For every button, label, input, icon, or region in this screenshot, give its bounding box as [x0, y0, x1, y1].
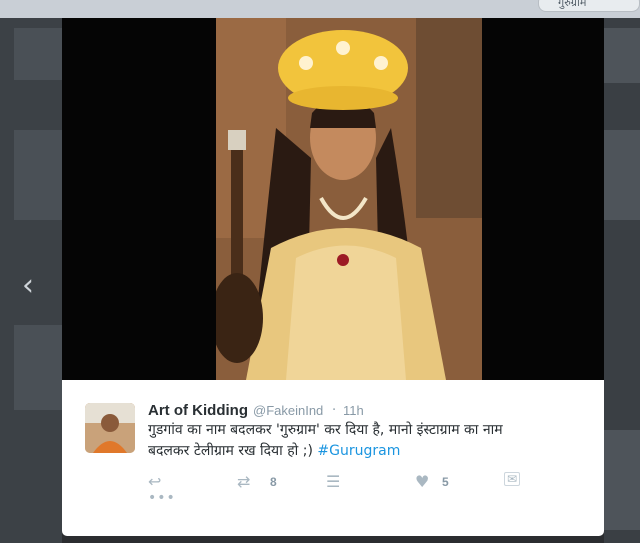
tweet-text-line-1: गुडगांव का नाम बदलकर 'गुरुग्राम' कर दिया…: [148, 422, 503, 438]
avatar[interactable]: [85, 403, 135, 453]
dm-icon[interactable]: ✉: [504, 472, 521, 486]
like-count: 5: [442, 475, 449, 489]
search-input[interactable]: [538, 0, 640, 12]
retweet-count: 8: [270, 475, 277, 489]
hashtag-link[interactable]: #Gurugram: [317, 443, 400, 459]
author-name[interactable]: Art of Kidding: [148, 402, 248, 419]
background-tile: [14, 130, 62, 220]
background-tile: [604, 130, 640, 220]
chevron-left-icon[interactable]: ‹: [22, 268, 34, 303]
background-tile: [604, 28, 640, 83]
background-tile: [14, 325, 62, 410]
tweet-text-line-2: बदलकर टेलीग्राम रख दिया हो ;) #Gurugram: [148, 441, 400, 460]
tweet-text: बदलकर टेलीग्राम रख दिया हो ;): [148, 443, 313, 459]
background-tile: [604, 430, 640, 530]
retweet-icon[interactable]: ⇄: [237, 472, 250, 491]
avatar-image: [85, 403, 135, 453]
background-tile: [14, 28, 62, 80]
photo-illustration: [216, 18, 482, 380]
like-icon[interactable]: ♥: [415, 472, 429, 491]
layers-icon[interactable]: ☰: [326, 472, 340, 491]
more-icon[interactable]: •••: [148, 490, 176, 506]
reply-icon[interactable]: ↩: [148, 472, 161, 491]
search-input-value: गुरुग्राम: [558, 0, 587, 9]
tweet-timestamp[interactable]: 11h: [343, 403, 364, 418]
tweet-photo[interactable]: [216, 18, 482, 380]
author-handle[interactable]: @FakeinInd: [253, 403, 323, 418]
timestamp-separator: ·: [332, 403, 337, 418]
